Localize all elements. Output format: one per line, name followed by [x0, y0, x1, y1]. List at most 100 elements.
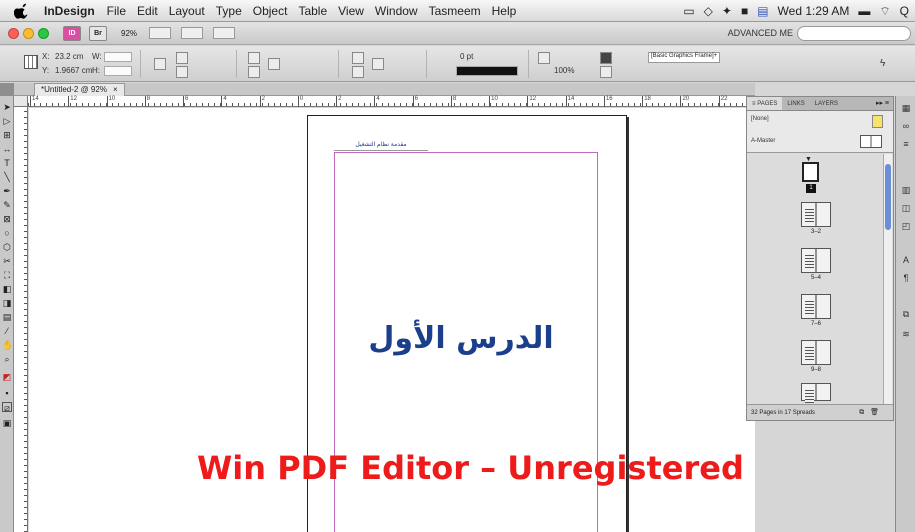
fitting-icon[interactable] — [600, 52, 612, 64]
menu-view[interactable]: View — [338, 4, 364, 18]
workspace-switcher[interactable]: ADVANCED ME — [728, 28, 793, 38]
lesson-title-text[interactable]: الدرس الأول — [364, 316, 558, 362]
color-dock-icon[interactable]: ◫ — [900, 202, 912, 214]
opacity-field[interactable]: 100% — [554, 66, 574, 75]
indesign-badge[interactable]: ID — [63, 25, 81, 41]
flip-icon[interactable] — [268, 58, 280, 70]
swatches-dock-icon[interactable]: ▥ — [900, 184, 912, 196]
width-field[interactable] — [104, 52, 132, 62]
gap-tool-icon[interactable]: ↔ — [2, 144, 12, 154]
menu-help[interactable]: Help — [492, 4, 517, 18]
script-dock-icon[interactable]: ≋ — [900, 328, 912, 340]
master-none-label[interactable]: [None] — [751, 116, 769, 122]
horizontal-ruler[interactable]: 14 12 10 8 6 4 2 0 2 4 6 8 10 12 14 16 18 20 22 — [28, 96, 755, 107]
shear-icon[interactable] — [248, 66, 260, 78]
scissors-tool-icon[interactable]: ✂ — [2, 256, 12, 266]
links-dock-icon[interactable]: ∞ — [900, 120, 912, 132]
tab-close-icon[interactable]: × — [113, 85, 118, 94]
tab-links[interactable]: LINKS — [782, 97, 809, 110]
page-tool-icon[interactable]: ⊞ — [2, 130, 12, 140]
document-tab[interactable]: *Untitled-2 @ 92% × — [34, 83, 125, 96]
constrain-proportions-icon[interactable] — [154, 58, 166, 70]
object-style-select[interactable]: [Basic Graphics Frame]+ — [648, 52, 720, 63]
flag-icon[interactable]: ▤ — [757, 4, 768, 18]
free-transform-tool-icon[interactable]: ⛶ — [2, 270, 12, 280]
stroke-swatch-icon[interactable] — [352, 66, 364, 78]
apply-none-icon[interactable]: ⧄ — [2, 402, 12, 413]
stroke-dock-icon[interactable]: ≡ — [900, 138, 912, 150]
note-tool-icon[interactable]: ▤ — [2, 312, 12, 322]
master-none-thumbnail[interactable] — [872, 115, 883, 128]
vertical-ruler[interactable] — [14, 107, 28, 532]
spread-thumbnail[interactable] — [801, 248, 831, 273]
gradient-feather-tool-icon[interactable]: ◨ — [2, 298, 12, 308]
menu-type[interactable]: Type — [216, 4, 242, 18]
glyphs-dock-icon[interactable]: ⧉ — [900, 308, 912, 320]
spread-thumbnail[interactable] — [801, 202, 831, 227]
bluetooth-icon[interactable]: ✦ — [722, 4, 732, 18]
bridge-button[interactable]: Br — [89, 25, 107, 41]
master-a-label[interactable]: A-Master — [751, 138, 775, 144]
fill-stroke-icon[interactable]: ◩ — [2, 372, 12, 382]
align-icon[interactable] — [600, 66, 612, 78]
scale-y-icon[interactable] — [176, 66, 188, 78]
spotlight-icon[interactable]: Q — [900, 4, 909, 18]
tab-layers[interactable]: LAYERS — [810, 97, 843, 110]
battery-icon[interactable]: ▬ — [858, 4, 870, 18]
menu-app-name[interactable]: InDesign — [44, 4, 95, 18]
paragraph-dock-icon[interactable]: ¶ — [900, 272, 912, 284]
running-header-text[interactable]: مقدمة نظام التشغيل — [334, 141, 428, 151]
hand-tool-icon[interactable]: ✋ — [2, 340, 13, 350]
zoom-tool-icon[interactable]: ⌕ — [2, 354, 12, 364]
new-page-icon[interactable]: ⧉ 🗑 — [859, 405, 879, 421]
pencil-tool-icon[interactable]: ✎ — [2, 200, 12, 210]
tools-panel-grip[interactable] — [0, 83, 14, 96]
menu-tasmeem[interactable]: Tasmeem — [429, 4, 481, 18]
menu-table[interactable]: Table — [298, 4, 327, 18]
menu-edit[interactable]: Edit — [137, 4, 158, 18]
wifi-icon[interactable]: ⌔ — [879, 4, 890, 19]
height-field[interactable] — [104, 66, 132, 76]
view-options-button[interactable] — [149, 27, 172, 39]
wrap-icon[interactable] — [538, 52, 550, 64]
minimize-window-button[interactable] — [23, 27, 34, 39]
line-tool-icon[interactable]: ╲ — [2, 172, 12, 182]
close-window-button[interactable] — [8, 27, 19, 39]
fill-swatch-icon[interactable] — [352, 52, 364, 64]
y-field[interactable]: 1.9667 cm — [55, 66, 92, 75]
menu-file[interactable]: File — [107, 4, 126, 18]
spread-thumbnail[interactable] — [801, 340, 831, 365]
apple-icon[interactable] — [14, 3, 30, 19]
spread-thumbnail[interactable] — [801, 383, 831, 403]
zoom-window-button[interactable] — [38, 27, 49, 39]
type-tool-icon[interactable]: T — [2, 158, 12, 168]
pen-tool-icon[interactable]: ✒ — [2, 186, 12, 196]
menu-object[interactable]: Object — [253, 4, 288, 18]
polygon-tool-icon[interactable]: ⬡ — [2, 242, 12, 252]
display-icon[interactable]: ▭ — [683, 4, 694, 18]
page-thumbnail-1[interactable] — [802, 162, 819, 182]
reference-point-icon[interactable] — [24, 55, 38, 69]
direct-selection-tool-icon[interactable]: ▷ — [2, 116, 12, 126]
stroke-type-select[interactable] — [456, 66, 518, 76]
menu-layout[interactable]: Layout — [169, 4, 205, 18]
eyedropper-tool-icon[interactable]: ⁄ — [2, 326, 12, 336]
tab-pages[interactable]: ≡ PAGES — [747, 97, 783, 110]
arrange-documents-button[interactable] — [213, 27, 236, 39]
scrollbar-thumb[interactable] — [885, 164, 891, 230]
rectangle-frame-tool-icon[interactable]: ⊠ — [2, 214, 12, 224]
pages-scrollbar[interactable] — [883, 154, 892, 404]
lightning-icon[interactable]: ϟ — [880, 58, 885, 69]
clock-text[interactable]: Wed 1:29 AM — [778, 4, 850, 18]
menu-window[interactable]: Window — [375, 4, 418, 18]
screen-mode-button[interactable] — [181, 27, 204, 39]
rotate-icon[interactable] — [248, 52, 260, 64]
scale-x-icon[interactable] — [176, 52, 188, 64]
selection-tool-icon[interactable]: ➤ — [2, 102, 12, 112]
zoom-level-select[interactable]: 92% — [121, 29, 137, 38]
panel-menu-icon[interactable]: ▸▸ ≡ — [876, 97, 889, 111]
formatting-icon[interactable]: ▪ — [2, 388, 12, 398]
character-dock-icon[interactable]: A — [900, 254, 912, 266]
effects-icon[interactable] — [372, 58, 384, 70]
monitor-icon[interactable]: ■ — [741, 4, 748, 18]
